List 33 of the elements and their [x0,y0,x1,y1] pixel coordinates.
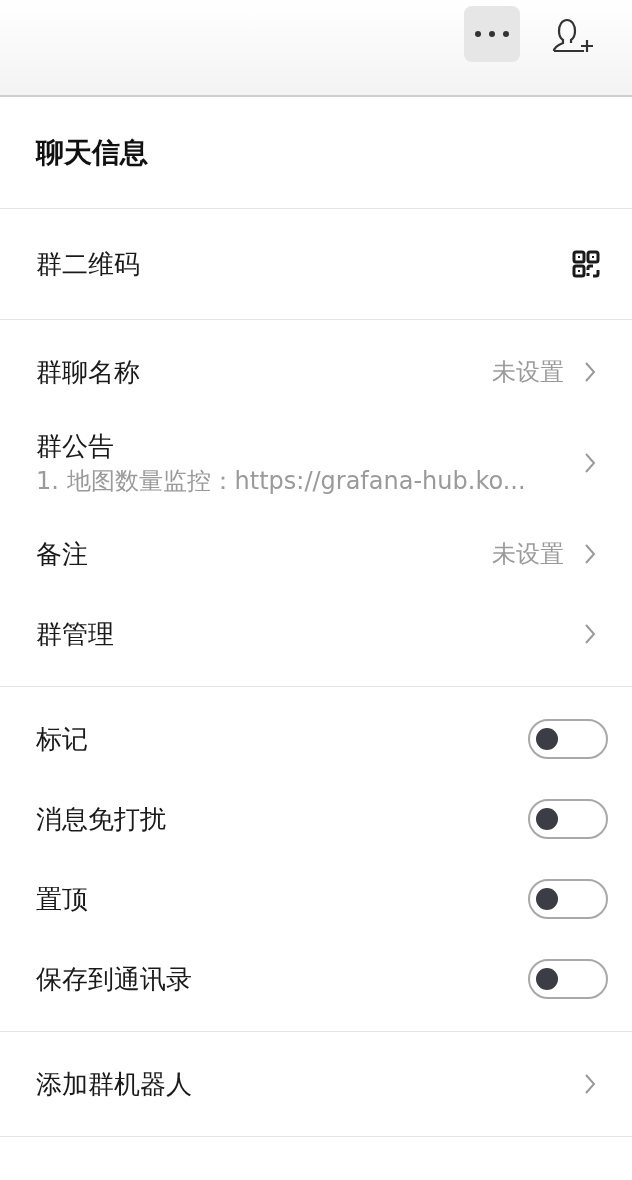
row-label: 添加群机器人 [36,1068,192,1101]
chevron-right-icon [584,543,596,565]
toggle-switch[interactable] [528,959,608,999]
toggle-switch[interactable] [528,719,608,759]
row-label: 保存到通讯录 [36,962,192,996]
chevron-right-icon [584,452,596,474]
settings-row[interactable]: 群管理 [0,594,632,674]
row-label: 群聊名称 [36,356,140,389]
settings-row[interactable]: 备注 未设置 [0,514,632,594]
row-value: 未设置 [492,357,564,388]
row-label: 标记 [36,722,88,756]
toggle-switch[interactable] [528,879,608,919]
add-person-icon[interactable] [552,18,596,54]
row-label: 置顶 [36,882,88,916]
announcement-preview: 1. 地图数量监控：https://grafana-hub.ko... [36,466,526,497]
row-label: 备注 [36,538,88,571]
chevron-right-icon [584,1073,596,1095]
qr-code-icon [572,250,600,278]
row-label: 群管理 [36,618,114,651]
settings-row[interactable]: 群二维码 [0,209,632,319]
settings-row[interactable]: 添加群机器人 [0,1044,632,1124]
settings-row[interactable]: 群聊名称 未设置 [0,332,632,412]
toggle-switch[interactable] [528,799,608,839]
more-button[interactable] [464,6,520,62]
page-title: 聊天信息 [36,134,148,171]
row-label: 群公告 [36,430,115,463]
chevron-right-icon [584,623,596,645]
row-label: 消息免打扰 [36,802,166,836]
chevron-right-icon [584,361,596,383]
row-value: 未设置 [492,539,564,570]
row-label: 群二维码 [36,247,140,281]
settings-row[interactable]: 群公告 1. 地图数量监控：https://grafana-hub.ko... [0,412,632,514]
more-icon [474,30,510,38]
